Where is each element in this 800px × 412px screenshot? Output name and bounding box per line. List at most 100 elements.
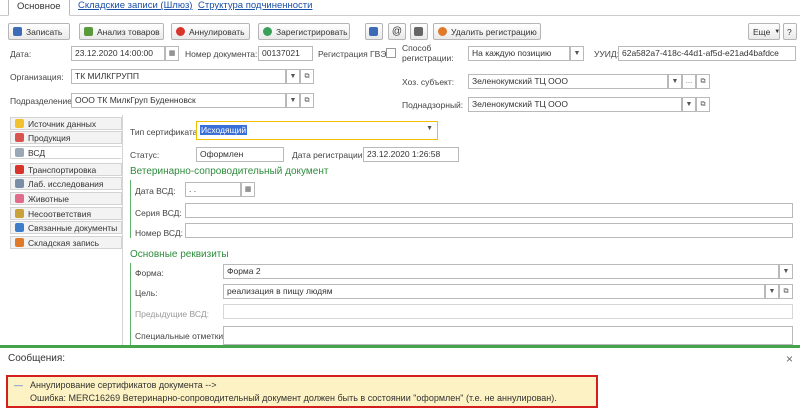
nav-item-icon — [15, 179, 24, 188]
nav-item-icon — [15, 133, 24, 142]
main-props-title: Основные реквизиты — [130, 249, 229, 260]
vsd-series-field[interactable] — [185, 203, 793, 218]
nav-item[interactable]: Источник данных — [10, 117, 122, 130]
special-label: Специальные отметки: — [135, 331, 226, 341]
register-button[interactable]: Зарегистрировать — [258, 23, 350, 40]
nav-item-icon — [15, 238, 24, 247]
open-link-icon[interactable]: ⧉ — [779, 284, 793, 299]
nav-item-icon — [15, 223, 24, 232]
nav-item-label: Продукция — [28, 132, 71, 143]
email-button[interactable]: @ — [388, 23, 406, 40]
help-button[interactable]: ? — [783, 23, 797, 40]
messages-title: Сообщения: — [8, 353, 66, 364]
save-button[interactable]: Записать — [8, 23, 70, 40]
docnum-label: Номер документа: — [185, 49, 258, 59]
uuid-field[interactable]: 62a582a7-418c-44d1-af5d-e21ad4bafdce — [618, 46, 796, 61]
microscope-icon — [369, 27, 378, 36]
nav-item[interactable]: Складская запись — [10, 236, 122, 249]
nav-item-icon — [15, 194, 24, 203]
form-label: Форма: — [135, 268, 164, 278]
org-field[interactable]: ТК МИЛКГРУПП — [71, 69, 286, 84]
method-field[interactable]: На каждую позицию — [468, 46, 570, 61]
error-message[interactable]: — Аннулирование сертификатов документа -… — [6, 375, 598, 408]
method-label: Способ регистрации: — [402, 43, 454, 63]
nav-item-label: Несоответствия — [28, 208, 92, 219]
microscope-button[interactable] — [365, 23, 383, 40]
uuid-label: УУИД: — [594, 49, 620, 59]
chevron-down-icon[interactable]: ▼ — [286, 69, 300, 84]
save-icon — [13, 27, 22, 36]
form-field[interactable]: Форма 2 — [223, 264, 779, 279]
tab-subordination[interactable]: Структура подчиненности — [198, 0, 312, 11]
vsd-date-label: Дата ВСД: — [135, 186, 176, 196]
cert-type-label: Тип сертификата: — [130, 127, 200, 137]
chevron-down-icon[interactable]: ▼ — [765, 284, 779, 299]
prev-vsd-field[interactable] — [223, 304, 793, 319]
calendar-icon[interactable]: ▦ — [241, 182, 255, 197]
supervised-label: Поднадзорный: — [402, 100, 464, 110]
supervised-field[interactable]: Зеленокумский ТЦ ООО — [468, 97, 682, 112]
at-icon: @ — [391, 26, 403, 37]
chevron-down-icon[interactable]: ▼ — [286, 93, 300, 108]
subject-label: Хоз. субъект: — [402, 77, 455, 87]
message-line-1: Аннулирование сертификатов документа --> — [30, 380, 217, 390]
nav-item-icon — [15, 148, 24, 157]
cancel-registration-button[interactable]: Аннулировать — [171, 23, 250, 40]
nav-item-label: Связанные документы — [28, 222, 118, 233]
more-dots-icon[interactable]: … — [682, 74, 696, 89]
nav-item[interactable]: Продукция — [10, 131, 122, 144]
gvz-label: Регистрация ГВЭ: — [318, 49, 389, 59]
regdate-field[interactable]: 23.12.2020 1:26:58 — [363, 147, 459, 162]
delete-registration-button[interactable]: Удалить регистрацию — [433, 23, 541, 40]
open-link-icon[interactable]: ⧉ — [300, 93, 314, 108]
vsd-date-field[interactable]: . . — [185, 182, 241, 197]
vsd-section-title: Ветеринарно-сопроводительный документ — [130, 166, 329, 177]
division-field[interactable]: ООО ТК МилкГруп Буденновск — [71, 93, 286, 108]
org-label: Организация: — [10, 72, 64, 82]
printer-icon — [414, 27, 423, 36]
vsd-number-field[interactable] — [185, 223, 793, 238]
tab-gateway[interactable]: Складские записи (Шлюз) — [78, 0, 192, 11]
tab-main[interactable]: Основное — [8, 0, 70, 16]
nav-item[interactable]: Лаб. исследования — [10, 177, 122, 190]
chevron-down-icon[interactable]: ▼ — [682, 97, 696, 112]
open-link-icon[interactable]: ⧉ — [300, 69, 314, 84]
print-button[interactable] — [410, 23, 428, 40]
shield-icon — [263, 27, 272, 36]
docnum-field[interactable]: 00137021 — [258, 46, 313, 61]
subject-field[interactable]: Зеленокумский ТЦ ООО — [468, 74, 668, 89]
division-label: Подразделение: — [10, 96, 75, 106]
special-field[interactable] — [223, 326, 793, 345]
nav-item-label: Животные — [28, 193, 69, 204]
chevron-down-icon[interactable]: ▼ — [570, 46, 584, 61]
message-line-2: Ошибка: MERC16269 Ветеринарно-сопроводит… — [30, 393, 557, 403]
cert-type-value: Исходящий — [200, 125, 248, 135]
nav-item[interactable]: Связанные документы — [10, 221, 122, 234]
chevron-down-icon[interactable]: ▼ — [779, 264, 793, 279]
open-link-icon[interactable]: ⧉ — [696, 97, 710, 112]
chevron-down-icon[interactable]: ▼ — [668, 74, 682, 89]
delete-registration-icon — [438, 27, 447, 36]
calendar-icon[interactable]: ▦ — [165, 46, 179, 61]
nav-item[interactable]: ВСД — [10, 146, 122, 159]
more-button[interactable]: Еще ▼ — [748, 23, 780, 40]
open-link-icon[interactable]: ⧉ — [696, 74, 710, 89]
nav-item-icon — [15, 209, 24, 218]
nav-item[interactable]: Транспортировка — [10, 163, 122, 176]
gvz-checkbox[interactable] — [386, 48, 396, 58]
tab-bar: Основное Складские записи (Шлюз) Структу… — [0, 0, 800, 16]
purpose-field[interactable]: реализация в пищу людям — [223, 284, 765, 299]
cert-type-select[interactable]: Исходящий ▼ — [196, 121, 438, 140]
status-field[interactable]: Оформлен — [196, 147, 284, 162]
status-label: Статус: — [130, 150, 160, 160]
analyze-button[interactable]: Анализ товаров — [79, 23, 164, 40]
close-icon[interactable]: × — [786, 352, 793, 366]
date-field[interactable]: 23.12.2020 14:00:00 — [71, 46, 165, 61]
nav-item[interactable]: Несоответствия — [10, 207, 122, 220]
nav-item-label: Транспортировка — [28, 164, 97, 175]
nav-item[interactable]: Животные — [10, 192, 122, 205]
chevron-down-icon: ▼ — [426, 125, 433, 132]
date-label: Дата: — [10, 49, 32, 59]
chevron-down-icon: ▼ — [774, 28, 781, 35]
collapse-icon[interactable]: — — [14, 380, 23, 390]
